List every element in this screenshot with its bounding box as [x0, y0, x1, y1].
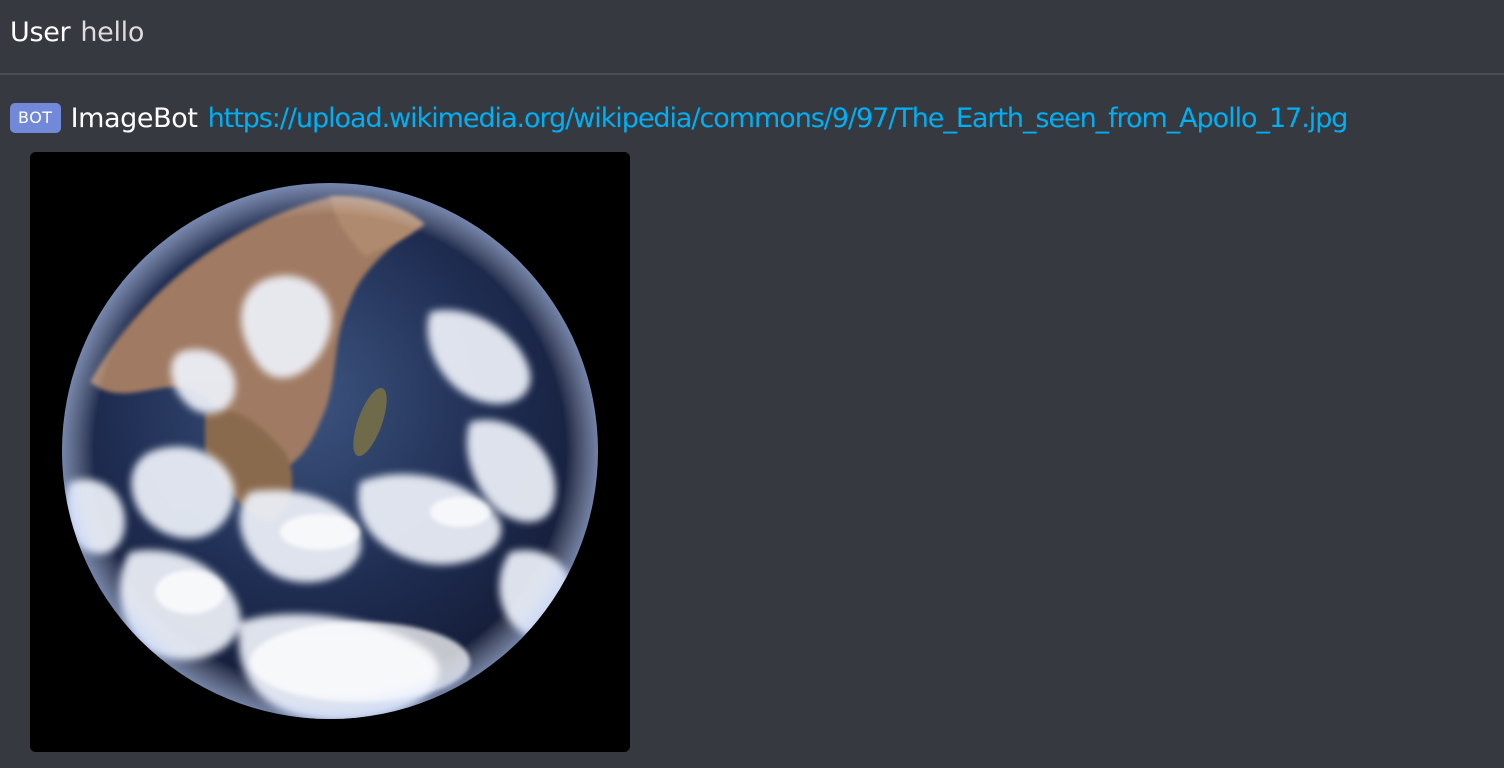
message-author[interactable]: User [10, 17, 71, 48]
message-divider [0, 73, 1504, 75]
bot-badge: BOT [10, 103, 61, 133]
message-text: hello [80, 16, 145, 48]
earth-image-icon [30, 152, 630, 752]
bot-author[interactable]: ImageBot [71, 103, 198, 134]
chat-view: User hello BOT ImageBot https://upload.w… [0, 0, 1504, 768]
earth-image-attachment[interactable] [30, 152, 630, 752]
image-link[interactable]: https://upload.wikimedia.org/wikipedia/c… [208, 103, 1349, 134]
user-message: User hello [10, 14, 144, 50]
bot-message-header: BOT ImageBot https://upload.wikimedia.or… [10, 99, 1349, 137]
